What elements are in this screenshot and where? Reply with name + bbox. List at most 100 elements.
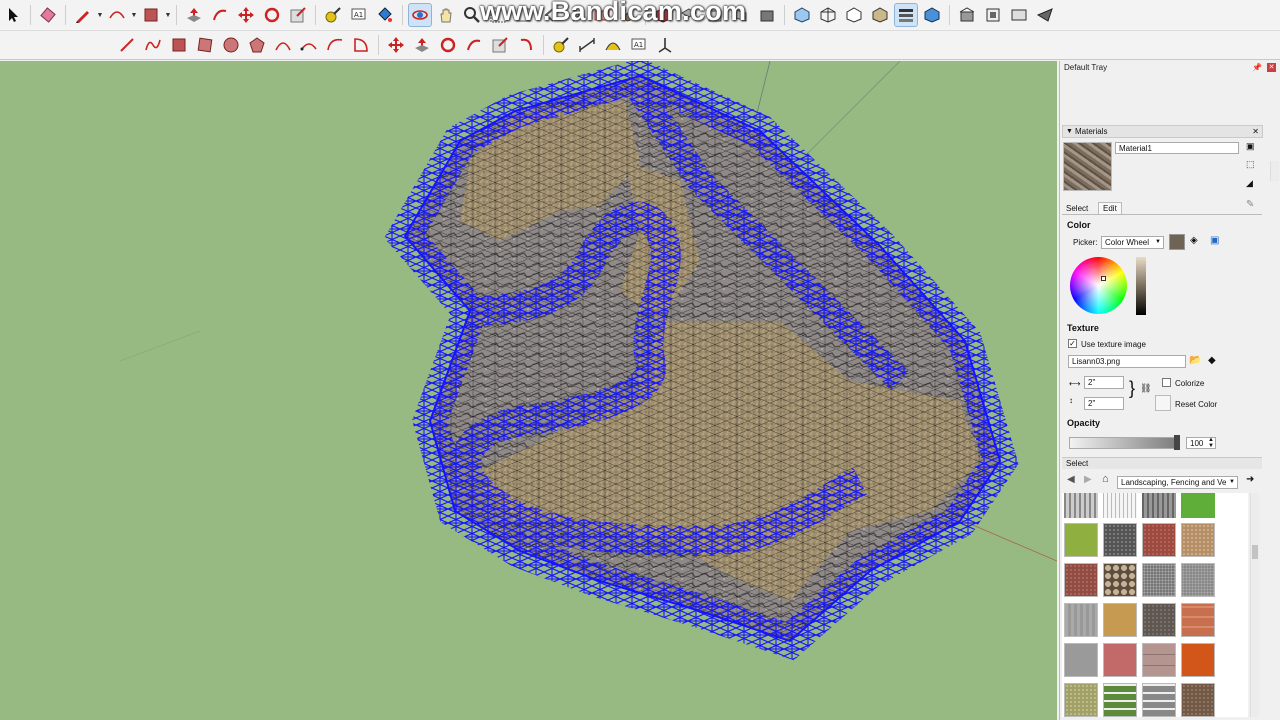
material-thumbnail[interactable] [1064,643,1098,677]
material-thumbnail[interactable] [1181,523,1215,557]
shaded-textures-icon[interactable] [894,3,918,27]
material-thumbnail[interactable] [1142,643,1176,677]
brightness-slider[interactable] [1136,257,1146,315]
rectangle-icon[interactable] [168,34,190,56]
follow-me-icon[interactable] [463,34,485,56]
texture-file-field[interactable]: Lisann03.png [1068,355,1186,368]
display-secondary-icon[interactable]: ▣ [1246,141,1255,152]
push-pull-icon[interactable] [183,4,205,26]
picker-select[interactable]: Color Wheel ▼ [1101,236,1164,249]
reset-color-swatch[interactable] [1155,395,1171,411]
view-back-icon[interactable] [756,4,778,26]
collection-select[interactable]: Landscaping, Fencing and Ve ▼ [1117,476,1238,489]
rotate-icon[interactable] [261,4,283,26]
pie-icon[interactable] [350,34,372,56]
tab-edit[interactable]: Edit [1098,202,1122,214]
close-icon[interactable]: ✕ [1252,126,1259,138]
forward-arrow-icon[interactable]: ▶ [1084,474,1092,485]
send-icon[interactable] [1034,4,1056,26]
orbit-icon[interactable] [408,3,432,27]
color-wheel-cursor[interactable] [1101,276,1106,281]
aspect-lock-icon[interactable]: } [1129,379,1135,397]
layout-icon[interactable] [1008,4,1030,26]
three-point-arc-icon[interactable] [324,34,346,56]
material-name-field[interactable]: Material1 [1115,142,1239,154]
hidden-line-icon[interactable] [843,4,865,26]
edit-texture-icon[interactable]: ◆ [1208,355,1216,366]
rectangle-icon[interactable] [140,4,162,26]
material-thumbnail[interactable] [1103,493,1137,518]
freehand-icon[interactable] [142,34,164,56]
offset-icon[interactable] [515,34,537,56]
material-thumbnail[interactable] [1064,603,1098,637]
tape-icon[interactable] [322,4,344,26]
pin-icon[interactable]: 📌 [1252,61,1262,74]
material-thumbnail[interactable] [1103,523,1137,557]
close-icon[interactable]: ✕ [1267,63,1276,72]
text-icon[interactable]: A1 [628,34,650,56]
shaded-icon[interactable] [869,4,891,26]
two-point-arc-icon[interactable] [298,34,320,56]
spinner-icon[interactable]: ▲ ▼ [1208,437,1214,449]
material-thumbnail[interactable] [1181,683,1215,717]
collapse-icon[interactable]: ▼ [1066,126,1073,138]
rotated-rect-icon[interactable] [194,34,216,56]
create-material-icon[interactable]: ⬚ [1246,159,1255,170]
chevron-down-icon[interactable]: ▼ [96,12,104,19]
axes-icon[interactable] [654,34,676,56]
scale-icon[interactable] [287,4,309,26]
circle-icon[interactable] [220,34,242,56]
dimension-icon[interactable] [576,34,598,56]
tray-scrollbar[interactable] [1270,161,1279,181]
material-thumbnail[interactable] [1181,493,1215,518]
line-icon[interactable] [116,34,138,56]
extension-icon[interactable] [982,4,1004,26]
polygon-icon[interactable] [246,34,268,56]
reset-color-label[interactable]: Reset Color [1175,400,1217,409]
texture-width-field[interactable]: 2" [1084,376,1124,389]
tab-select[interactable]: Select [1066,204,1088,213]
material-thumbnail[interactable] [1103,563,1137,597]
details-arrow-icon[interactable]: ➜ [1246,474,1254,485]
push-pull-icon[interactable] [411,34,433,56]
pan-icon[interactable] [435,4,457,26]
material-thumbnail[interactable] [1064,523,1098,557]
wireframe-icon[interactable] [817,4,839,26]
monochrome-icon[interactable] [921,4,943,26]
tape-icon[interactable] [550,34,572,56]
match-color-screen-icon[interactable]: ▣ [1210,235,1219,246]
material-thumbnail[interactable] [1181,563,1215,597]
material-thumbnail[interactable] [1142,603,1176,637]
xray-icon[interactable] [791,4,813,26]
back-arrow-icon[interactable]: ◀ [1067,474,1075,485]
material-thumbnail[interactable] [1181,643,1215,677]
material-thumbnail[interactable] [1142,493,1176,518]
model-viewport[interactable] [0,61,1057,720]
color-swatch[interactable] [1169,234,1185,250]
chain-link-icon[interactable]: ⛓ [1140,383,1151,394]
material-thumbnail[interactable] [1103,603,1137,637]
texture-height-field[interactable]: 2" [1084,397,1124,410]
follow-me-icon[interactable] [209,4,231,26]
material-thumbnail[interactable] [1064,683,1098,717]
material-grid-scrollbar[interactable] [1250,493,1259,717]
chevron-down-icon[interactable]: ▼ [164,12,172,19]
material-thumbnail[interactable] [1064,493,1098,518]
material-thumbnail[interactable] [1103,683,1137,717]
pencil-icon[interactable] [72,4,94,26]
move-icon[interactable] [235,4,257,26]
protractor-icon[interactable] [602,34,624,56]
colorize-checkbox[interactable] [1162,378,1171,387]
warehouse-icon[interactable] [956,4,978,26]
scrollbar-thumb[interactable] [1252,545,1258,559]
materials-panel-header[interactable]: ▼ Materials ✕ [1062,125,1263,138]
eyedropper-icon[interactable]: ✎ [1246,199,1254,210]
material-thumbnail[interactable] [1181,603,1215,637]
material-thumbnail[interactable] [1142,563,1176,597]
arc-icon[interactable] [272,34,294,56]
home-icon[interactable]: ⌂ [1102,473,1109,485]
paint-bucket-icon[interactable] [374,4,396,26]
scale-icon[interactable] [489,34,511,56]
material-thumbnail[interactable] [1142,683,1176,717]
material-thumbnail[interactable] [1064,563,1098,597]
